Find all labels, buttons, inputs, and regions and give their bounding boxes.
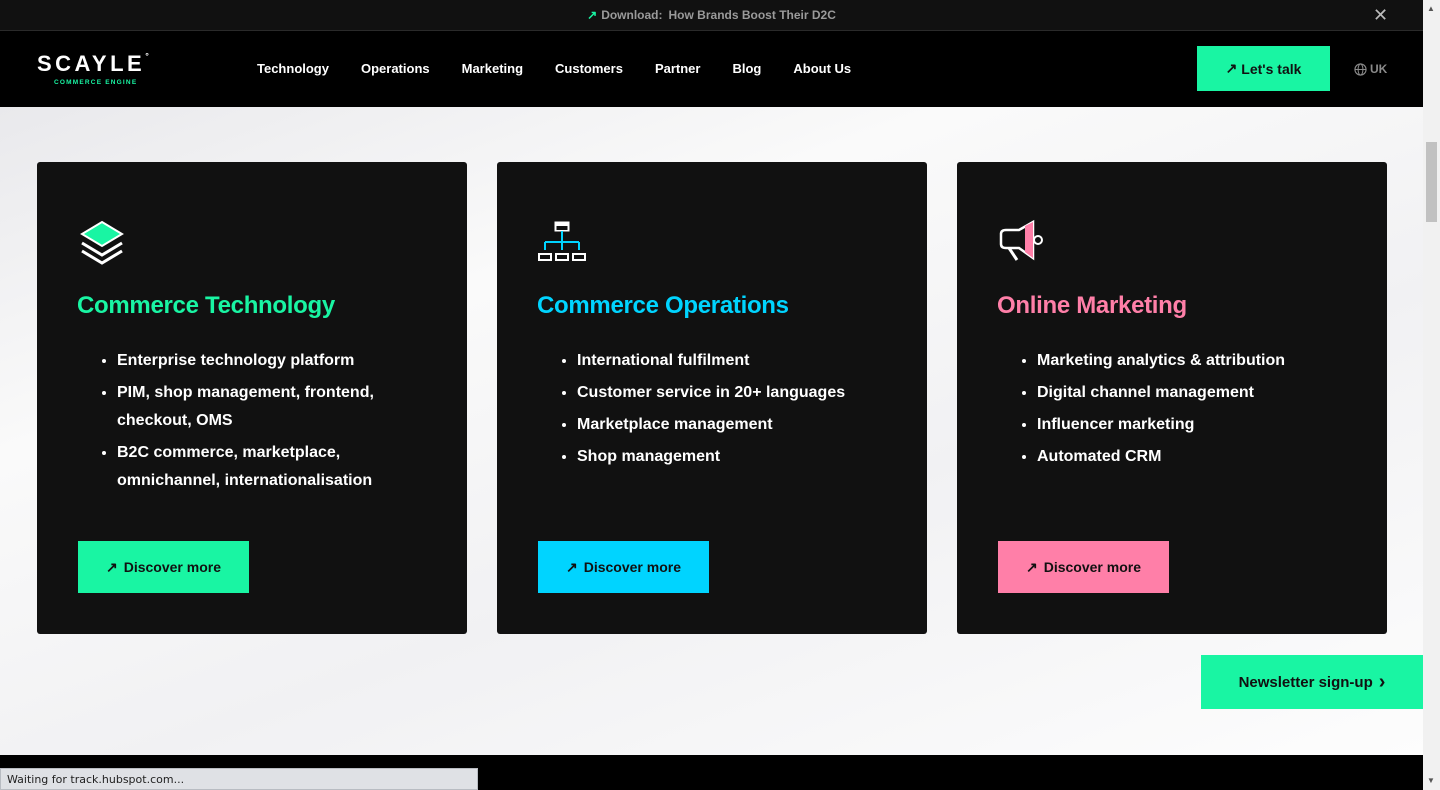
arrow-up-right-icon: ↗ [565,558,578,575]
arrow-up-right-icon: ↗ [1025,558,1038,575]
arrow-up-right-icon: ↗ [1225,60,1238,76]
logo-wordmark: SCAYLE° [37,51,149,76]
announcement-title: How Brands Boost Their D2C [668,8,836,22]
list-item: Customer service in 20+ languages [577,379,897,407]
feature-list: Marketing analytics & attribution Digita… [1037,347,1357,475]
discover-more-button[interactable]: ↗ Discover more [538,541,709,593]
discover-more-label: Discover more [1043,559,1141,575]
logo-tagline: COMMERCE ENGINE [54,79,138,86]
discover-more-label: Discover more [123,559,221,575]
list-item: Marketing analytics & attribution [1037,347,1357,375]
list-item: Enterprise technology platform [117,347,437,375]
nav-item-marketing[interactable]: Marketing [462,61,523,76]
nav-item-partner[interactable]: Partner [655,61,701,76]
arrow-up-right-icon: ↗ [587,8,598,22]
lets-talk-label: Let's talk [1241,60,1302,77]
list-item: PIM, shop management, frontend, checkout… [117,379,437,435]
card-title: Online Marketing [997,292,1187,319]
list-item: Marketplace management [577,411,897,439]
card-online-marketing: Online Marketing Marketing analytics & a… [957,162,1387,634]
browser-status-bar: Waiting for track.hubspot.com... [0,768,478,790]
newsletter-label: Newsletter sign-up [1238,673,1373,691]
megaphone-icon [999,219,1043,261]
language-label: UK [1370,62,1388,76]
list-item: Automated CRM [1037,443,1357,471]
announcement-lead: Download: [601,8,663,22]
announcement-link[interactable]: ↗ Download: How Brands Boost Their D2C [0,8,1423,22]
announcement-bar: ↗ Download: How Brands Boost Their D2C ✕ [0,0,1423,31]
list-item: Shop management [577,443,897,471]
nav-item-customers[interactable]: Customers [555,61,623,76]
discover-more-button[interactable]: ↗ Discover more [998,541,1169,593]
scrollbar-thumb[interactable] [1426,142,1437,222]
lets-talk-button[interactable]: ↗ Let's talk [1197,46,1330,91]
globe-icon [1354,62,1367,76]
list-item: International fulfilment [577,347,897,375]
nav-item-about-us[interactable]: About Us [793,61,851,76]
org-chart-icon [538,221,586,261]
chevron-right-icon: › [1378,671,1386,693]
scroll-up-icon[interactable]: ▲ [1427,4,1435,13]
card-commerce-operations: Commerce Operations International fulfil… [497,162,927,634]
nav-item-operations[interactable]: Operations [361,61,430,76]
list-item: B2C commerce, marketplace, omnichannel, … [117,439,437,495]
discover-more-label: Discover more [583,559,681,575]
layers-icon [80,220,124,265]
nav-item-blog[interactable]: Blog [732,61,761,76]
close-icon[interactable]: ✕ [1373,6,1389,24]
feature-list: Enterprise technology platform PIM, shop… [117,347,437,499]
status-text: Waiting for track.hubspot.com... [7,773,185,786]
main-nav: Technology Operations Marketing Customer… [257,61,851,76]
language-selector[interactable]: UK [1354,62,1387,76]
feature-list: International fulfilment Customer servic… [577,347,897,475]
list-item: Influencer marketing [1037,411,1357,439]
site-header: SCAYLE° COMMERCE ENGINE Technology Opera… [0,31,1423,107]
scroll-down-icon[interactable]: ▼ [1427,776,1435,785]
newsletter-signup-button[interactable]: Newsletter sign-up › [1201,655,1423,709]
nav-item-technology[interactable]: Technology [257,61,329,76]
discover-more-button[interactable]: ↗ Discover more [78,541,249,593]
arrow-up-right-icon: ↗ [105,558,118,575]
logo[interactable]: SCAYLE° COMMERCE ENGINE [37,51,167,89]
card-title: Commerce Technology [77,292,335,319]
page-scrollbar[interactable]: ▲ ▼ [1423,0,1440,790]
card-title: Commerce Operations [537,292,789,319]
list-item: Digital channel management [1037,379,1357,407]
card-commerce-technology: Commerce Technology Enterprise technolog… [37,162,467,634]
